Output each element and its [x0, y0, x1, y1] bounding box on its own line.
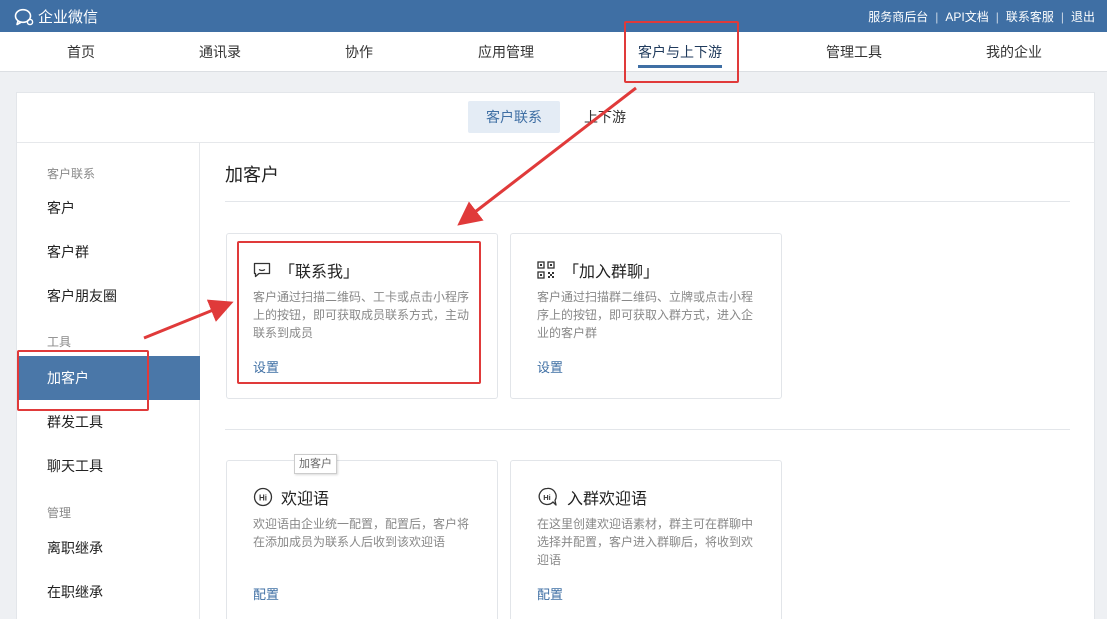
welcome-message-card: Hi 欢迎语 欢迎语由企业统一配置，配置后，客户将在添加成员为联系人后收到该欢迎… — [226, 460, 498, 619]
sidebar-group-tools: 工具 — [47, 335, 72, 349]
sidebar-group-management: 管理 — [47, 506, 72, 520]
tab-upstream-downstream[interactable]: 上下游 — [566, 101, 644, 133]
divider — [225, 429, 1070, 430]
main-nav: 首页 通讯录 协作 应用管理 客户与上下游 管理工具 我的企业 — [0, 32, 1107, 72]
card-description: 客户通过扫描二维码、工卡或点击小程序上的按钮，即可获取成员联系方式，主动联系到成… — [253, 290, 470, 340]
tab-customer-contact[interactable]: 客户联系 — [468, 101, 560, 133]
group-welcome-config-link[interactable]: 配置 — [537, 584, 563, 603]
divider: | — [935, 9, 939, 24]
card-description: 欢迎语由企业统一配置，配置后，客户将在添加成员为联系人后收到该欢迎语 — [253, 517, 470, 549]
card-header: 「加入群聊」 — [537, 258, 659, 282]
sidebar-item-customer-groups[interactable]: 客户群 — [17, 230, 200, 274]
brand-logo[interactable]: 企业微信 — [14, 6, 98, 27]
brand-name: 企业微信 — [38, 9, 99, 26]
top-links: 服务商后台 | API文档 | 联系客服 | 退出 — [868, 8, 1095, 25]
sidebar-item-resigned-inheritance[interactable]: 离职继承 — [17, 526, 200, 570]
sidebar-item-customers[interactable]: 客户 — [17, 186, 200, 230]
sidebar-item-onjob-inheritance[interactable]: 在职继承 — [17, 570, 200, 614]
divider — [225, 201, 1070, 202]
welcome-message-config-link[interactable]: 配置 — [253, 584, 279, 603]
sidebar-item-customer-moments[interactable]: 客户朋友圈 — [17, 274, 200, 318]
nav-app-management[interactable]: 应用管理 — [478, 32, 534, 72]
top-bar: 企业微信 服务商后台 | API文档 | 联系客服 | 退出 — [0, 0, 1107, 32]
sidebar-group-customer-contact: 客户联系 — [47, 167, 96, 181]
card-title: 「加入群聊」 — [563, 264, 660, 281]
svg-text:Hi: Hi — [543, 493, 551, 502]
chat-bubble-icon — [253, 262, 271, 278]
hi-greeting-icon: Hi — [253, 487, 273, 507]
divider: | — [1060, 9, 1064, 24]
nav-home[interactable]: 首页 — [67, 32, 95, 72]
qr-code-icon — [537, 261, 555, 279]
sidebar-item-add-customers[interactable]: 加客户 — [17, 356, 200, 400]
card-header: 「联系我」 — [253, 258, 359, 282]
card-description: 客户通过扫描群二维码、立牌或点击小程序上的按钮，即可获取入群方式，进入企业的客户… — [537, 290, 754, 340]
card-title: 入群欢迎语 — [567, 491, 648, 508]
group-welcome-card: Hi 入群欢迎语 在这里创建欢迎语素材，群主可在群聊中选择并配置，客户进入群聊后… — [510, 460, 782, 619]
join-group-settings-link[interactable]: 设置 — [537, 357, 563, 376]
contact-me-card: 「联系我」 客户通过扫描二维码、工卡或点击小程序上的按钮，即可获取成员联系方式，… — [226, 233, 498, 399]
content-area: 加客户 「联系我」 客户通过扫描二维码、工卡或点击小程序上的按钮，即可获取成员联… — [201, 143, 1094, 619]
tooltip: 加客户 — [294, 454, 337, 474]
wecom-logo-icon — [14, 8, 34, 25]
card-description: 在这里创建欢迎语素材，群主可在群聊中选择并配置，客户进入群聊后，将收到欢迎语 — [537, 517, 754, 567]
page-title: 加客户 — [225, 165, 279, 185]
provider-backend-link[interactable]: 服务商后台 — [868, 8, 928, 25]
group-hi-icon: Hi — [538, 487, 557, 506]
contact-me-settings-link[interactable]: 设置 — [253, 357, 279, 376]
api-docs-link[interactable]: API文档 — [945, 8, 988, 25]
main-panel: 客户联系 上下游 客户联系 客户 客户群 客户朋友圈 工具 加客户 群发工具 聊… — [16, 92, 1095, 619]
card-header: Hi 欢迎语 — [253, 485, 329, 509]
sidebar-item-chat-tools[interactable]: 聊天工具 — [17, 444, 200, 488]
nav-contacts[interactable]: 通讯录 — [199, 32, 241, 72]
card-header: Hi 入群欢迎语 — [537, 485, 647, 509]
nav-management-tools[interactable]: 管理工具 — [826, 32, 882, 72]
card-title: 欢迎语 — [281, 491, 330, 508]
contact-support-link[interactable]: 联系客服 — [1006, 8, 1054, 25]
logout-link[interactable]: 退出 — [1071, 8, 1095, 25]
nav-customers-partners[interactable]: 客户与上下游 — [638, 32, 722, 72]
nav-collaboration[interactable]: 协作 — [345, 32, 373, 72]
join-group-card: 「加入群聊」 客户通过扫描群二维码、立牌或点击小程序上的按钮，即可获取入群方式，… — [510, 233, 782, 399]
svg-text:Hi: Hi — [259, 494, 267, 503]
nav-my-enterprise[interactable]: 我的企业 — [986, 32, 1042, 72]
sidebar-item-mass-send[interactable]: 群发工具 — [17, 400, 200, 444]
divider: | — [995, 9, 999, 24]
card-title: 「联系我」 — [279, 264, 360, 281]
sub-tabs: 客户联系 上下游 — [17, 93, 1094, 143]
sidebar: 客户联系 客户 客户群 客户朋友圈 工具 加客户 群发工具 聊天工具 管理 离职… — [17, 143, 200, 619]
